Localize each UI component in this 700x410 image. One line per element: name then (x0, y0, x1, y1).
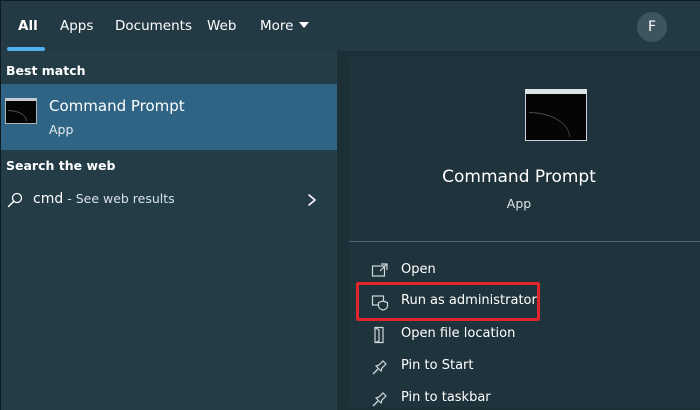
search-icon (7, 192, 23, 208)
highlight-annotation-box (356, 282, 540, 321)
tab-more[interactable]: More (260, 18, 310, 34)
tab-apps[interactable]: Apps (60, 18, 93, 34)
web-search-query: cmd - See web results (33, 191, 175, 207)
web-query-text: cmd (33, 191, 64, 207)
action-open-file-location-label: Open file location (401, 326, 516, 341)
action-pin-to-start-label: Pin to Start (401, 358, 474, 373)
action-open-file-location[interactable]: Open file location (371, 323, 691, 347)
search-web-heading: Search the web (6, 158, 116, 173)
results-panel: Best match Command Prompt App Search the… (1, 51, 337, 410)
best-match-result[interactable]: Command Prompt App (1, 84, 337, 150)
file-location-icon (374, 326, 384, 344)
command-prompt-icon (5, 98, 37, 124)
action-open[interactable]: Open (371, 259, 691, 283)
user-avatar[interactable]: F (637, 12, 667, 42)
action-pin-to-taskbar-label: Pin to taskbar (401, 390, 491, 405)
action-pin-to-taskbar[interactable]: Pin to taskbar (371, 387, 691, 410)
action-open-label: Open (401, 262, 436, 277)
pin-icon (372, 360, 387, 375)
best-match-heading: Best match (6, 63, 86, 78)
detail-divider (349, 241, 700, 242)
chevron-right-icon[interactable] (306, 193, 318, 207)
detail-subtitle: App (506, 196, 532, 211)
tab-web[interactable]: Web (207, 18, 236, 34)
open-icon (371, 263, 388, 277)
detail-panel: Command Prompt App Open Run as administr… (337, 51, 700, 410)
tab-documents[interactable]: Documents (115, 18, 192, 34)
web-query-suffix: - See web results (63, 191, 175, 206)
command-prompt-large-icon (525, 89, 587, 141)
best-match-title: Command Prompt (49, 97, 185, 115)
pin-icon (372, 392, 387, 407)
tab-more-label: More (260, 18, 294, 34)
caret-down-icon (299, 22, 310, 28)
start-search-window: All Apps Documents Web More F Best match… (0, 0, 700, 410)
web-search-result[interactable]: cmd - See web results (1, 184, 337, 216)
detail-title: Command Prompt (442, 167, 596, 187)
action-pin-to-start[interactable]: Pin to Start (371, 355, 691, 379)
tab-all[interactable]: All (18, 18, 38, 34)
search-filter-bar: All Apps Documents Web More F (1, 1, 700, 51)
best-match-subtitle: App (49, 122, 74, 137)
